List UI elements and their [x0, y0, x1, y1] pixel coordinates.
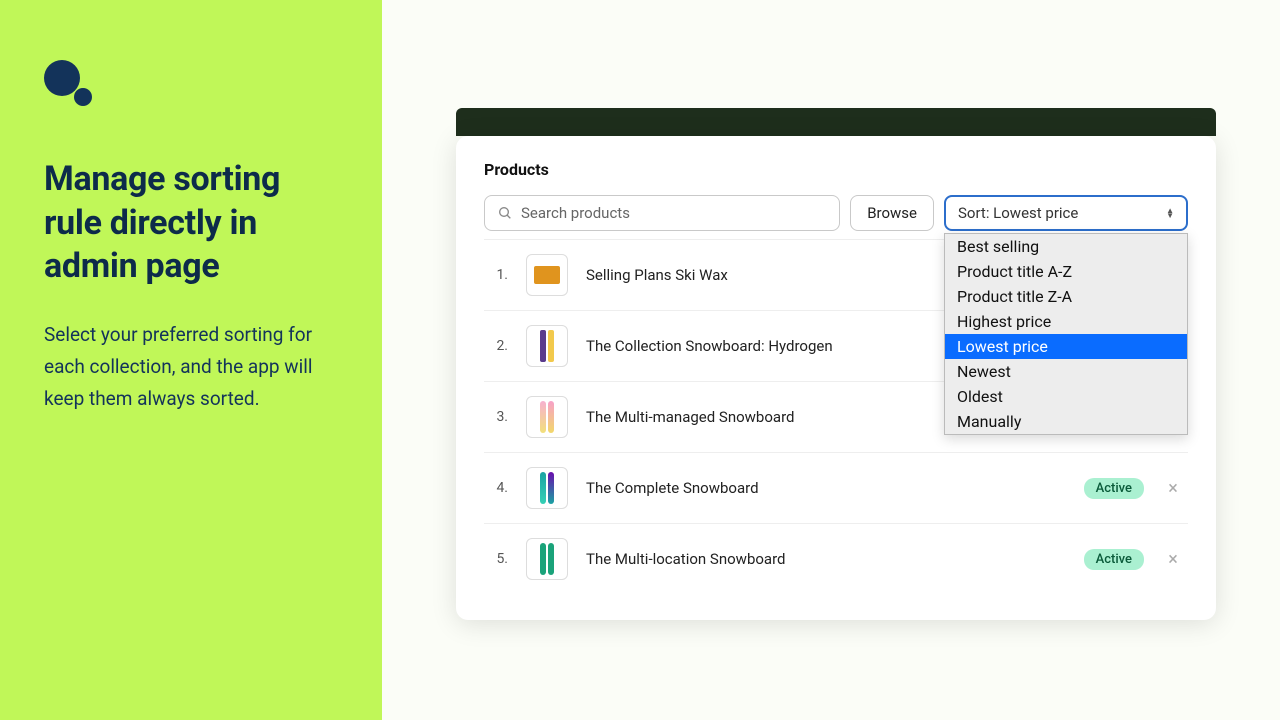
sort-current-label: Sort: Lowest price [958, 204, 1078, 222]
card-title: Products [484, 160, 1188, 179]
row-number: 5. [488, 551, 508, 567]
controls-row: Search products Browse Sort: Lowest pric… [484, 195, 1188, 231]
browse-button[interactable]: Browse [850, 195, 934, 231]
product-thumbnail [526, 325, 568, 367]
sort-option-manually[interactable]: Manually [945, 409, 1187, 434]
table-row: 4. The Complete Snowboard Active × [484, 452, 1188, 523]
row-number: 3. [488, 409, 508, 425]
marketing-sidebar: Manage sorting rule directly in admin pa… [0, 0, 382, 720]
logo-icon [44, 60, 94, 110]
row-number: 4. [488, 480, 508, 496]
sort-wrapper: Sort: Lowest price ▲▼ Best selling Produ… [944, 195, 1188, 231]
page: Manage sorting rule directly in admin pa… [0, 0, 1280, 720]
subtext: Select your preferred sorting for each c… [44, 319, 338, 416]
remove-button[interactable]: × [1162, 549, 1184, 570]
sort-dropdown: Best selling Product title A-Z Product t… [944, 233, 1188, 435]
row-number: 1. [488, 267, 508, 283]
sort-option-oldest[interactable]: Oldest [945, 384, 1187, 409]
sort-option-highest-price[interactable]: Highest price [945, 309, 1187, 334]
sort-option-newest[interactable]: Newest [945, 359, 1187, 384]
status-badge: Active [1084, 478, 1144, 499]
status-badge: Active [1084, 549, 1144, 570]
sort-option-title-az[interactable]: Product title A-Z [945, 259, 1187, 284]
screenshot-area: Products Search products Browse Sort: Lo… [382, 0, 1280, 720]
sort-option-title-za[interactable]: Product title Z-A [945, 284, 1187, 309]
search-input[interactable]: Search products [484, 195, 840, 231]
search-placeholder: Search products [521, 204, 630, 222]
product-thumbnail [526, 467, 568, 509]
search-icon [497, 205, 513, 221]
window-topbar [456, 108, 1216, 136]
remove-button[interactable]: × [1162, 478, 1184, 499]
row-number: 2. [488, 338, 508, 354]
product-thumbnail [526, 254, 568, 296]
select-caret-icon: ▲▼ [1166, 208, 1174, 218]
product-name: The Complete Snowboard [586, 479, 1066, 497]
sort-option-best-selling[interactable]: Best selling [945, 234, 1187, 259]
product-name: The Multi-location Snowboard [586, 550, 1066, 568]
sort-option-lowest-price[interactable]: Lowest price [945, 334, 1187, 359]
table-row: 5. The Multi-location Snowboard Active × [484, 523, 1188, 594]
product-thumbnail [526, 396, 568, 438]
sort-select[interactable]: Sort: Lowest price ▲▼ [944, 195, 1188, 231]
products-card: Products Search products Browse Sort: Lo… [456, 136, 1216, 620]
product-thumbnail [526, 538, 568, 580]
headline: Manage sorting rule directly in admin pa… [44, 158, 338, 289]
